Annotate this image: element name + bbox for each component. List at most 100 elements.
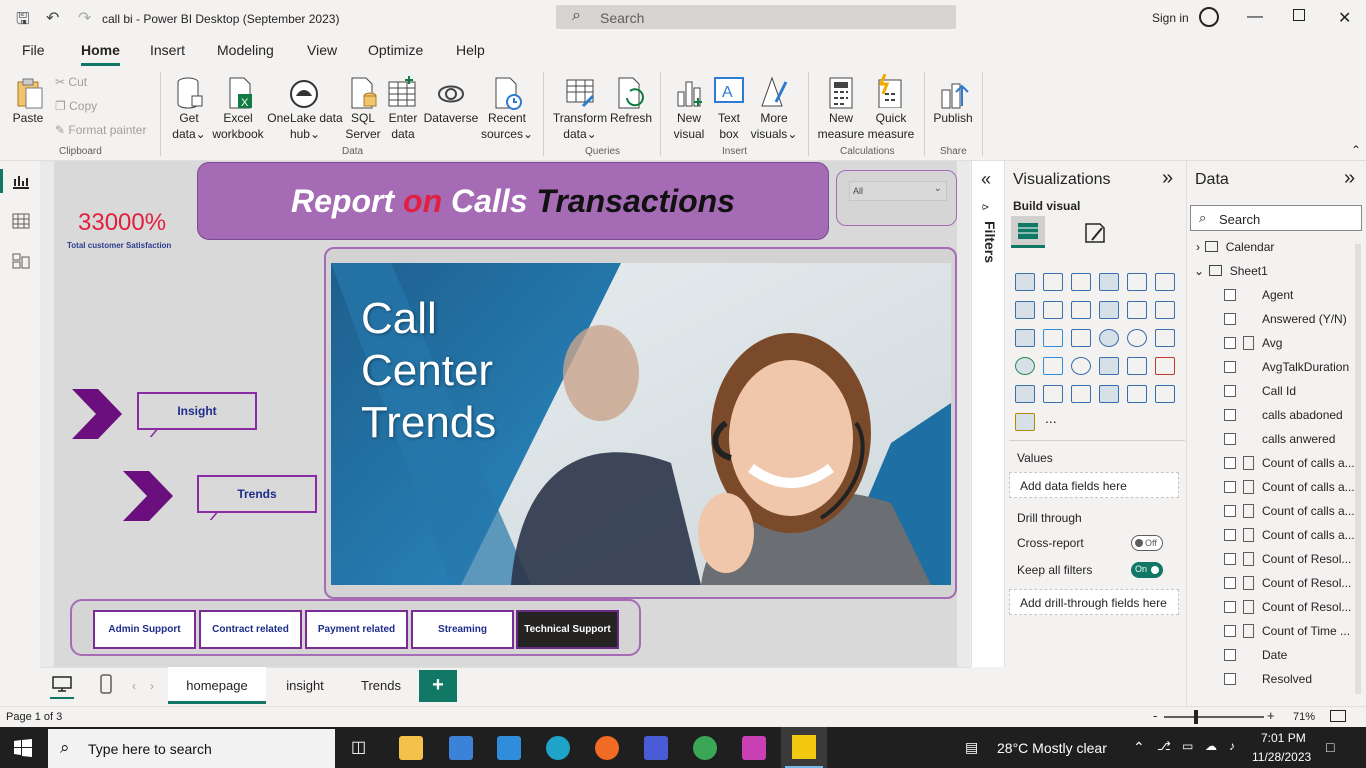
menu-modeling[interactable]: Modeling — [217, 42, 274, 58]
field-checkbox[interactable] — [1224, 601, 1236, 613]
field-checkbox[interactable] — [1224, 313, 1236, 325]
funnel-visual-icon[interactable] — [1043, 329, 1063, 347]
field-checkbox[interactable] — [1224, 505, 1236, 517]
mobile-layout-icon[interactable] — [100, 674, 112, 694]
collapse-data-pane-icon[interactable]: » — [1344, 167, 1355, 190]
python-visual-visual-icon[interactable] — [1127, 385, 1147, 403]
table-sheet1[interactable]: ⌄ Sheet1 — [1194, 264, 1268, 278]
stacked-bar-visual-icon[interactable] — [1015, 273, 1035, 291]
hero-image[interactable]: Call Center Trends — [331, 263, 951, 585]
cut-button[interactable]: ✂ Cut — [55, 75, 87, 89]
category-streaming[interactable]: Streaming — [411, 610, 514, 649]
add-page-button[interactable]: + — [419, 670, 457, 702]
data-search-input[interactable]: ⌕ Search — [1190, 205, 1362, 231]
minimize-icon[interactable]: — — [1247, 8, 1263, 26]
prev-page-icon[interactable]: ‹ — [132, 679, 136, 693]
field-checkbox[interactable] — [1224, 577, 1236, 589]
volume-icon[interactable]: ♪ — [1229, 739, 1235, 753]
collapse-pane-icon[interactable]: » — [1162, 167, 1173, 190]
format-painter-button[interactable]: ✎ Format painter — [55, 123, 146, 137]
table-calendar[interactable]: › Calendar — [1196, 240, 1274, 254]
menu-optimize[interactable]: Optimize — [368, 42, 423, 58]
expand-filters-icon[interactable]: « — [981, 169, 991, 190]
taskbar-search[interactable]: ⌕ Type here to search — [48, 729, 335, 768]
stacked-area-visual-icon[interactable] — [1071, 301, 1091, 319]
restore-icon[interactable] — [1293, 9, 1305, 21]
slicer-visual-icon[interactable] — [1015, 385, 1035, 403]
area-visual-icon[interactable] — [1043, 301, 1063, 319]
build-visual-tab[interactable] — [1011, 216, 1045, 248]
more-visuals-ellipsis[interactable]: ... — [1045, 410, 1057, 426]
field-checkbox[interactable] — [1224, 673, 1236, 685]
donut-visual-icon[interactable] — [1127, 329, 1147, 347]
ribbon-visual-icon[interactable] — [1155, 301, 1175, 319]
line-clustered-visual-icon[interactable] — [1127, 301, 1147, 319]
pie-visual-icon[interactable] — [1099, 329, 1119, 347]
account-icon[interactable] — [1199, 7, 1219, 27]
zoom-slider-thumb[interactable] — [1194, 710, 1198, 724]
sign-in-link[interactable]: Sign in — [1152, 11, 1189, 25]
menu-file[interactable]: File — [22, 42, 45, 58]
category-technical-support[interactable]: Technical Support — [516, 610, 619, 649]
card-visual-icon[interactable] — [1099, 357, 1119, 375]
treemap-visual-icon[interactable] — [1155, 329, 1175, 347]
clock-time[interactable]: 7:01 PM — [1261, 731, 1306, 745]
r-visual-visual-icon[interactable] — [1099, 385, 1119, 403]
redo-icon[interactable]: ↷ — [78, 8, 91, 28]
map-visual-icon[interactable] — [1015, 357, 1035, 375]
field-checkbox[interactable] — [1224, 289, 1236, 301]
data-pane-scrollbar[interactable] — [1355, 244, 1361, 694]
line-visual-icon[interactable] — [1015, 301, 1035, 319]
chrome-icon[interactable] — [693, 736, 717, 760]
menu-view[interactable]: View — [307, 42, 337, 58]
page-tab-insight[interactable]: insight — [266, 667, 344, 704]
field-checkbox[interactable] — [1224, 529, 1236, 541]
store-icon[interactable] — [449, 736, 473, 760]
format-visual-icon[interactable] — [1082, 220, 1108, 246]
decomposition-tree-visual-icon[interactable] — [1155, 385, 1175, 403]
filters-pane[interactable]: « ⪧ Filters — [971, 161, 1005, 667]
report-view-icon[interactable] — [12, 173, 30, 189]
zoom-in-icon[interactable]: + — [1267, 708, 1275, 723]
wifi-icon[interactable]: ☁ — [1205, 739, 1217, 753]
table-view-icon[interactable] — [12, 213, 30, 229]
waterfall-visual-icon[interactable] — [1015, 329, 1035, 347]
insight-nav-button[interactable]: Insight — [137, 392, 257, 430]
search-box[interactable]: ⌕ Search — [556, 5, 956, 29]
clock-date[interactable]: 11/28/2023 — [1252, 750, 1311, 764]
category-contract-related[interactable]: Contract related — [199, 610, 302, 649]
field-checkbox[interactable] — [1224, 457, 1236, 469]
field-checkbox[interactable] — [1224, 481, 1236, 493]
menu-help[interactable]: Help — [456, 42, 485, 58]
drill-through-drop-well[interactable]: Add drill-through fields here — [1009, 589, 1179, 615]
file-explorer-icon[interactable] — [399, 736, 423, 760]
chevron-up-icon[interactable]: ⌃ — [1133, 739, 1145, 756]
clustered-column-visual-icon[interactable] — [1099, 273, 1119, 291]
field-checkbox[interactable] — [1224, 625, 1236, 637]
field-checkbox[interactable] — [1224, 385, 1236, 397]
field-checkbox[interactable] — [1224, 337, 1236, 349]
edge-icon[interactable] — [546, 736, 570, 760]
filled-map-visual-icon[interactable] — [1043, 357, 1063, 375]
field-checkbox[interactable] — [1224, 553, 1236, 565]
table-visual-icon[interactable] — [1043, 385, 1063, 403]
zoom-out-icon[interactable]: - — [1153, 708, 1157, 723]
field-checkbox[interactable] — [1224, 409, 1236, 421]
collapse-ribbon-icon[interactable]: ⌃ — [1351, 143, 1361, 157]
field-checkbox[interactable] — [1224, 361, 1236, 373]
powerbi-taskbar-item[interactable] — [781, 727, 827, 768]
multirow-card-visual-icon[interactable] — [1127, 357, 1147, 375]
zoom-slider[interactable] — [1164, 710, 1264, 724]
firefox-icon[interactable] — [595, 736, 619, 760]
menu-insert[interactable]: Insert — [150, 42, 185, 58]
clustered-bar-visual-icon[interactable] — [1071, 273, 1091, 291]
line-column-visual-icon[interactable] — [1099, 301, 1119, 319]
windows-start-icon[interactable] — [14, 739, 32, 757]
field-checkbox[interactable] — [1224, 433, 1236, 445]
copy-button[interactable]: ❐ Copy — [55, 99, 97, 113]
keep-all-filters-toggle[interactable]: On — [1131, 562, 1163, 578]
next-page-icon[interactable]: › — [150, 679, 154, 693]
100-bar-visual-icon[interactable] — [1127, 273, 1147, 291]
fit-to-page-icon[interactable] — [1330, 710, 1346, 722]
scatter-visual-icon[interactable] — [1071, 329, 1091, 347]
